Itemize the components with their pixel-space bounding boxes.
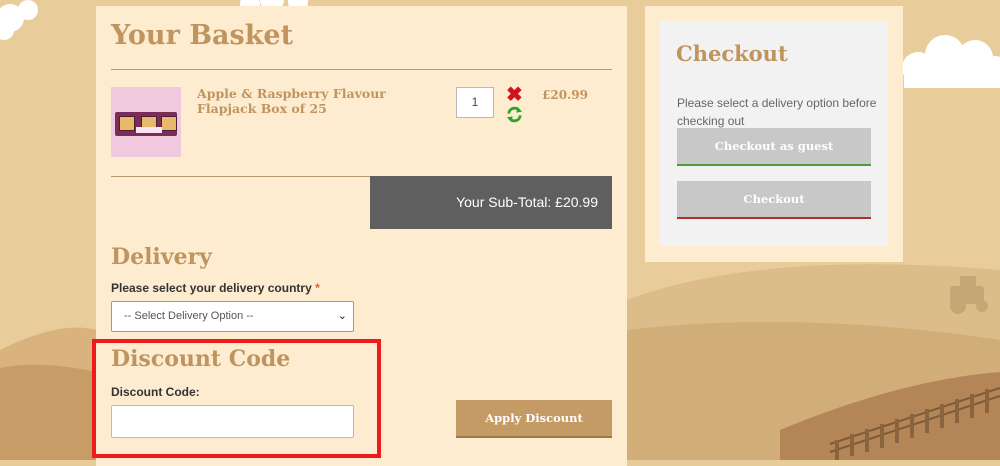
- delivery-country-label: Please select your delivery country *: [111, 281, 320, 295]
- checkout-title: Checkout: [676, 41, 788, 66]
- checkout-message: Please select a delivery option before c…: [677, 96, 877, 128]
- required-mark: *: [315, 281, 320, 295]
- delivery-option-select[interactable]: -- Select Delivery Option -- ⌄: [111, 301, 354, 332]
- apply-discount-button[interactable]: Apply Discount: [456, 400, 612, 438]
- divider: [111, 69, 612, 70]
- product-image[interactable]: [111, 87, 181, 157]
- checkout-card: Checkout Please select a delivery option…: [660, 21, 888, 246]
- close-icon[interactable]: ✖: [506, 82, 523, 107]
- checkout-as-guest-button[interactable]: Checkout as guest: [677, 128, 871, 166]
- refresh-icon[interactable]: [505, 105, 524, 124]
- basket-title: Your Basket: [111, 20, 294, 51]
- checkout-button[interactable]: Checkout: [677, 181, 871, 219]
- delivery-title: Delivery: [111, 244, 212, 270]
- quantity-input[interactable]: 1: [456, 87, 494, 118]
- item-price: £20.99: [542, 88, 588, 102]
- chevron-down-icon: ⌄: [337, 310, 347, 322]
- product-name-link[interactable]: Apple & Raspberry Flavour Flapjack Box o…: [197, 86, 437, 116]
- checkout-panel: Checkout Please select a delivery option…: [645, 6, 903, 262]
- subtotal-bar: Your Sub-Total: £20.99: [370, 176, 612, 229]
- discount-highlight-box: [92, 339, 381, 458]
